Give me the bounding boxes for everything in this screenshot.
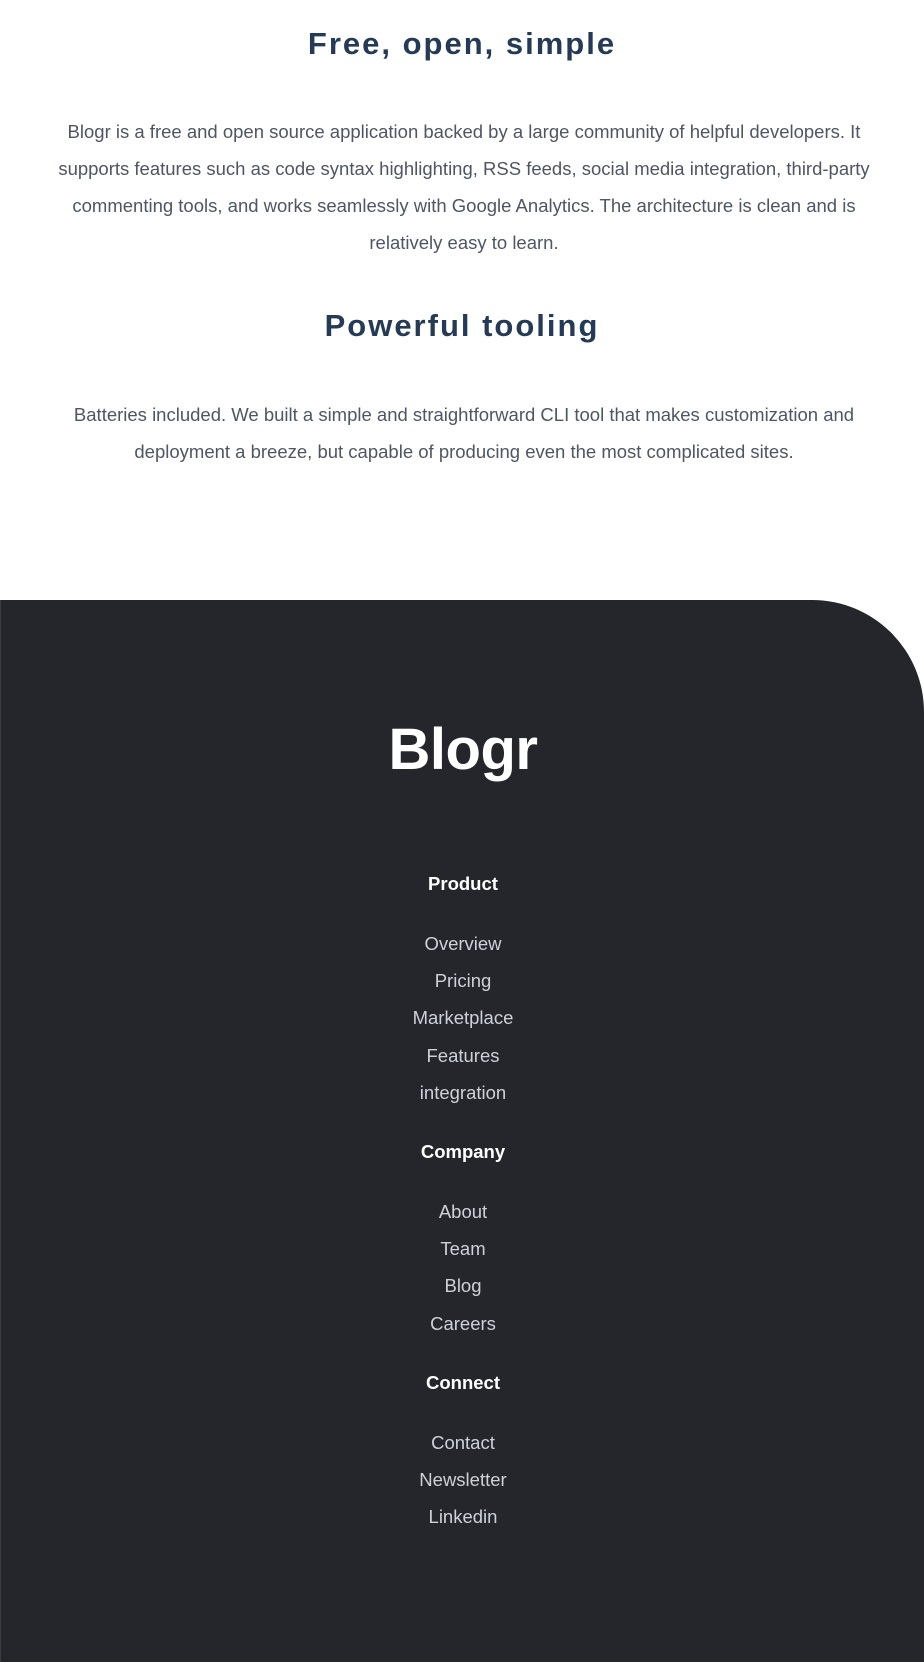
footer-link-about[interactable]: About — [439, 1201, 487, 1222]
footer-links-connect: Contact Newsletter Linkedin — [1, 1424, 924, 1536]
footer-group-connect: Connect Contact Newsletter Linkedin — [1, 1363, 924, 1536]
footer-link-item: Careers — [1, 1305, 924, 1342]
footer-link-newsletter[interactable]: Newsletter — [419, 1469, 506, 1490]
footer-link-item: Marketplace — [1, 999, 924, 1036]
footer-link-item: About — [1, 1193, 924, 1230]
footer-heading-connect[interactable]: Connect — [1, 1363, 924, 1403]
footer-link-features[interactable]: Features — [426, 1045, 499, 1066]
footer-link-item: Overview — [1, 925, 924, 962]
feature-body-powerful-tooling: Batteries included. We built a simple an… — [73, 404, 855, 462]
footer-link-integration[interactable]: integration — [420, 1082, 506, 1103]
footer-link-item: Linkedin — [1, 1498, 924, 1535]
footer-link-team[interactable]: Team — [440, 1238, 485, 1259]
footer-heading-product[interactable]: Product — [1, 864, 924, 904]
footer-group-product: Product Overview Pricing Marketplace Fea… — [1, 864, 924, 1111]
feature-title-powerful-tooling: Powerful tooling — [324, 308, 600, 343]
footer-link-item: integration — [1, 1074, 924, 1111]
footer-group-company: Company About Team Blog Careers — [1, 1132, 924, 1342]
footer-links-product: Overview Pricing Marketplace Features in… — [1, 925, 924, 1111]
page: Free, open, simple Blogr is a free and o… — [0, 0, 924, 1662]
footer-link-linkedin[interactable]: Linkedin — [429, 1506, 498, 1527]
features-section: Free, open, simple Blogr is a free and o… — [0, 0, 924, 600]
footer-link-blog[interactable]: Blog — [444, 1275, 481, 1296]
footer-link-item: Newsletter — [1, 1461, 924, 1498]
footer-link-item: Contact — [1, 1424, 924, 1461]
footer-link-overview[interactable]: Overview — [424, 933, 501, 954]
footer-link-item: Blog — [1, 1267, 924, 1304]
footer-link-marketplace[interactable]: Marketplace — [413, 1007, 514, 1028]
footer-link-item: Team — [1, 1230, 924, 1267]
footer-link-careers[interactable]: Careers — [430, 1313, 496, 1334]
footer-heading-company[interactable]: Company — [1, 1132, 924, 1172]
feature-body-free-open-simple: Blogr is a free and open source applicat… — [58, 121, 870, 253]
footer-link-contact[interactable]: Contact — [431, 1432, 495, 1453]
footer-logo[interactable]: Blogr — [1, 712, 924, 788]
footer-nav: Product Overview Pricing Marketplace Fea… — [1, 864, 924, 1556]
footer-link-pricing[interactable]: Pricing — [435, 970, 492, 991]
footer-link-item: Pricing — [1, 962, 924, 999]
footer: Blogr Product Overview Pricing Marketpla… — [0, 600, 924, 1662]
footer-links-company: About Team Blog Careers — [1, 1193, 924, 1342]
feature-title-free-open-simple: Free, open, simple — [307, 26, 617, 61]
footer-link-item: Features — [1, 1037, 924, 1074]
